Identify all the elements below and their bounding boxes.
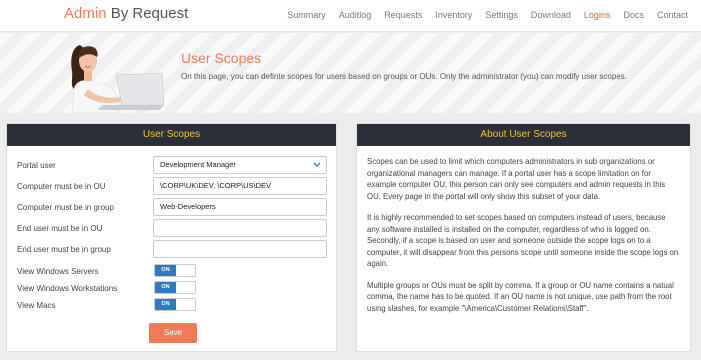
nav-summary[interactable]: Summary — [287, 0, 326, 32]
save-button[interactable]: Save — [149, 323, 197, 343]
page-description: On this page, you can definte scopes for… — [181, 72, 627, 81]
computer-ou-input[interactable]: \CORP\UK\DEV, \CORP\US\DEV — [153, 177, 327, 195]
brand-logo[interactable]: Admin By Request — [64, 5, 188, 22]
windows-servers-row: View Windows Servers ON — [17, 264, 327, 280]
about-paragraph-2: It is highly recommended to set scopes b… — [367, 213, 679, 268]
nav-requests[interactable]: Requests — [384, 0, 422, 32]
about-text: Scopes can be used to limit which comput… — [357, 146, 690, 314]
brand-logo-part2: By Request — [106, 5, 189, 22]
nav-auditlog[interactable]: Auditlog — [339, 0, 372, 32]
form-panel-heading: User Scopes — [7, 124, 336, 146]
windows-workstations-toggle-on: ON — [155, 282, 176, 293]
macs-toggle-on: ON — [155, 299, 176, 310]
windows-workstations-row: View Windows Workstations ON — [17, 281, 327, 297]
enduser-group-input[interactable] — [153, 240, 327, 258]
nav-download[interactable]: Download — [531, 0, 571, 32]
main-nav: Summary Auditlog Requests Inventory Sett… — [287, 0, 701, 32]
woman-with-laptop-illustration — [71, 45, 165, 113]
windows-workstations-toggle[interactable]: ON — [154, 281, 196, 294]
chevron-down-icon — [313, 162, 321, 167]
about-paragraph-1: Scopes can be used to limit which comput… — [367, 157, 666, 201]
windows-servers-toggle-on: ON — [155, 265, 176, 276]
enduser-ou-input[interactable] — [153, 219, 327, 237]
computer-group-row: Computer must be in group Web-Developers — [17, 198, 327, 216]
macs-label: View Macs — [17, 301, 56, 310]
about-panel-heading: About User Scopes — [357, 124, 690, 146]
portal-user-selected-value: Development Manager — [160, 160, 236, 169]
user-scopes-form-panel: User Scopes Portal user Development Mana… — [6, 123, 337, 352]
computer-group-input[interactable]: Web-Developers — [153, 198, 327, 216]
about-paragraph-3: Multiple groups or OUs must be split by … — [367, 280, 674, 313]
windows-servers-toggle[interactable]: ON — [154, 264, 196, 277]
portal-user-select[interactable]: Development Manager — [153, 156, 327, 174]
top-navigation-bar: Admin By Request Summary Auditlog Reques… — [0, 0, 701, 32]
nav-settings[interactable]: Settings — [485, 0, 518, 32]
enduser-ou-row: End user must be in OU — [17, 219, 327, 237]
nav-contact[interactable]: Contact — [657, 0, 688, 32]
nav-logins[interactable]: Logins — [584, 0, 611, 32]
computer-ou-row: Computer must be in OU \CORP\UK\DEV, \CO… — [17, 177, 327, 195]
computer-group-label: Computer must be in group — [17, 203, 114, 212]
macs-row: View Macs ON — [17, 298, 327, 314]
nav-docs[interactable]: Docs — [623, 0, 644, 32]
enduser-group-row: End user must be in group — [17, 240, 327, 258]
page-hero: User Scopes On this page, you can defint… — [0, 33, 701, 113]
macs-toggle[interactable]: ON — [154, 298, 196, 311]
windows-workstations-label: View Windows Workstations — [17, 284, 118, 293]
enduser-group-label: End user must be in group — [17, 245, 111, 254]
portal-user-row: Portal user Development Manager — [17, 156, 327, 174]
computer-ou-label: Computer must be in OU — [17, 182, 106, 191]
page-title: User Scopes — [181, 50, 262, 66]
windows-servers-label: View Windows Servers — [17, 267, 99, 276]
nav-inventory[interactable]: Inventory — [435, 0, 472, 32]
brand-logo-part1: Admin — [64, 5, 107, 22]
enduser-ou-label: End user must be in OU — [17, 224, 103, 233]
about-user-scopes-panel: About User Scopes Scopes can be used to … — [356, 123, 691, 352]
portal-user-label: Portal user — [17, 161, 56, 170]
